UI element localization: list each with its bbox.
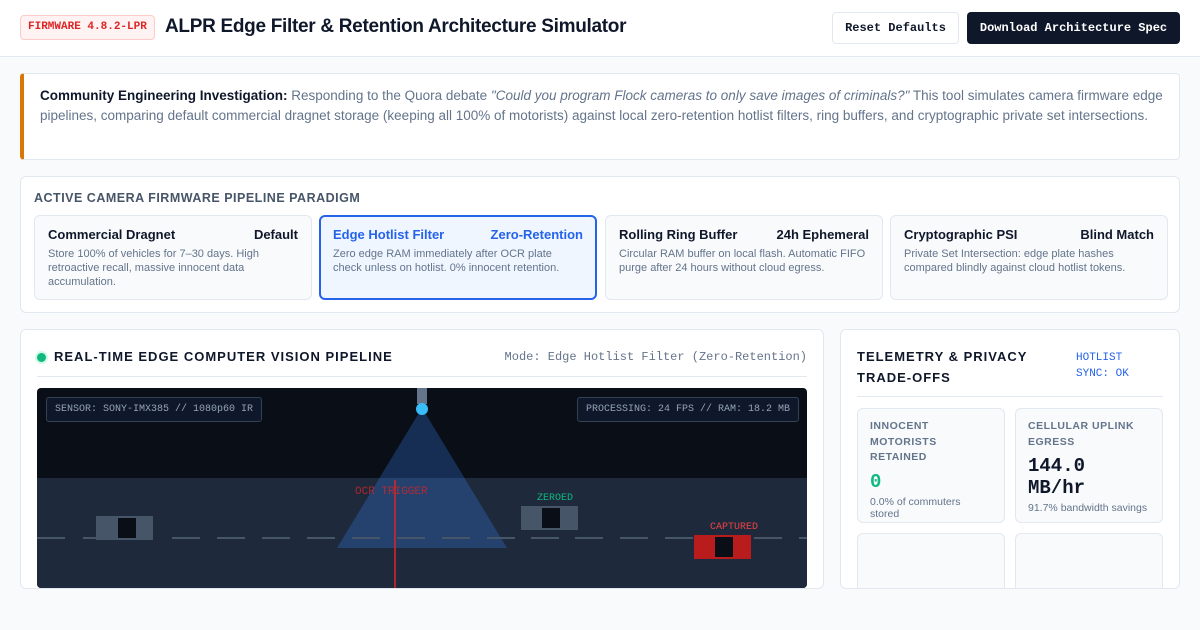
top-bar: FIRMWARE 4.8.2-LPR ALPR Edge Filter & Re… <box>0 0 1200 57</box>
captured-label: CAPTURED <box>710 522 758 533</box>
paradigm-card-commercial-dragnet[interactable]: Commercial Dragnet Default Store 100% of … <box>34 215 312 300</box>
card-tag: Blind Match <box>1080 227 1154 242</box>
zeroed-label: ZEROED <box>537 493 573 504</box>
live-status-icon <box>37 353 46 362</box>
vehicle-window <box>118 518 136 538</box>
reset-defaults-button[interactable]: Reset Defaults <box>832 12 959 44</box>
camera-lens-icon <box>416 403 428 415</box>
card-tag: Default <box>253 227 298 242</box>
firmware-badge: FIRMWARE 4.8.2-LPR <box>20 15 155 40</box>
card-tag: Zero-Retention <box>490 227 583 242</box>
pipeline-title: REAL-TIME EDGE COMPUTER VISION PIPELINE <box>54 349 393 364</box>
card-description: Circular RAM buffer on local flash. Auto… <box>619 248 866 274</box>
card-tag: 24h Ephemeral <box>776 227 870 242</box>
metric-label: INNOCENT MOTORISTS RETAINED <box>870 420 937 463</box>
pipeline-mode: Mode: Edge Hotlist Filter (Zero-Retentio… <box>504 350 807 364</box>
card-description: Store 100% of vehicles for 7–30 days. Hi… <box>48 248 259 288</box>
notice-label: Community Engineering Investigation: <box>40 88 288 103</box>
card-description: Zero edge RAM immediately after OCR plat… <box>333 248 560 274</box>
page-title: ALPR Edge Filter & Retention Architectur… <box>165 16 627 37</box>
metric-value: 144.0 MB/hr <box>1028 455 1086 499</box>
metric-label: CELLULAR UPLINK EGRESS <box>1028 420 1135 448</box>
camera-scene: OCR TRIGGER ZEROED CAPTURED SENSOR: SONY… <box>37 388 807 588</box>
card-description: Private Set Intersection: edge plate has… <box>904 248 1126 274</box>
investigation-notice: Community Engineering Investigation: Res… <box>20 73 1180 160</box>
vehicle-window <box>715 537 733 557</box>
card-name: Edge Hotlist Filter <box>333 227 445 242</box>
metric-card-placeholder <box>857 533 1005 588</box>
metric-subtext: 0.0% of commuters stored <box>870 495 961 520</box>
metric-card-placeholder <box>1015 533 1163 588</box>
card-name: Commercial Dragnet <box>48 227 176 242</box>
paradigm-selector: ACTIVE CAMERA FIRMWARE PIPELINE PARADIGM… <box>20 176 1180 313</box>
vehicle-window <box>542 508 560 528</box>
notice-quote: "Could you program Flock cameras to only… <box>490 88 910 103</box>
notice-lead: Responding to the Quora debate <box>287 88 491 103</box>
card-name: Cryptographic PSI <box>904 227 1018 242</box>
download-spec-button[interactable]: Download Architecture Spec <box>967 12 1180 44</box>
metric-innocent-retained: INNOCENT MOTORISTS RETAINED 0 0.0% of co… <box>857 408 1005 523</box>
hotlist-sync-status: HOTLIST SYNC: OK <box>1076 352 1129 380</box>
paradigm-card-cryptographic-psi[interactable]: Cryptographic PSI Blind Match Private Set… <box>890 215 1168 300</box>
card-name: Rolling Ring Buffer <box>619 227 738 242</box>
paradigm-card-edge-hotlist-filter[interactable]: Edge Hotlist Filter Zero-Retention Zero e… <box>319 215 597 300</box>
paradigm-card-rolling-ring-buffer[interactable]: Rolling Ring Buffer 24h Ephemeral Circula… <box>605 215 883 300</box>
divider <box>37 376 807 377</box>
metric-value: 0 <box>870 470 882 493</box>
paradigm-heading: ACTIVE CAMERA FIRMWARE PIPELINE PARADIGM <box>34 191 361 205</box>
divider <box>857 396 1163 397</box>
processing-hud: PROCESSING: 24 FPS // RAM: 18.2 MB <box>576 397 799 422</box>
metric-subtext: 91.7% bandwidth savings <box>1028 502 1148 514</box>
metric-uplink-egress: CELLULAR UPLINK EGRESS 144.0 MB/hr 91.7%… <box>1015 408 1163 523</box>
camera-icon <box>417 388 427 404</box>
sensor-hud: SENSOR: SONY-IMX385 // 1080p60 IR <box>46 397 263 422</box>
telemetry-title: TELEMETRY & PRIVACY TRADE-OFFS <box>857 349 1028 385</box>
pipeline-panel: REAL-TIME EDGE COMPUTER VISION PIPELINE … <box>20 329 824 589</box>
ocr-trigger-label: OCR TRIGGER <box>355 486 428 498</box>
telemetry-panel: TELEMETRY & PRIVACY TRADE-OFFS HOTLIST S… <box>840 329 1180 589</box>
